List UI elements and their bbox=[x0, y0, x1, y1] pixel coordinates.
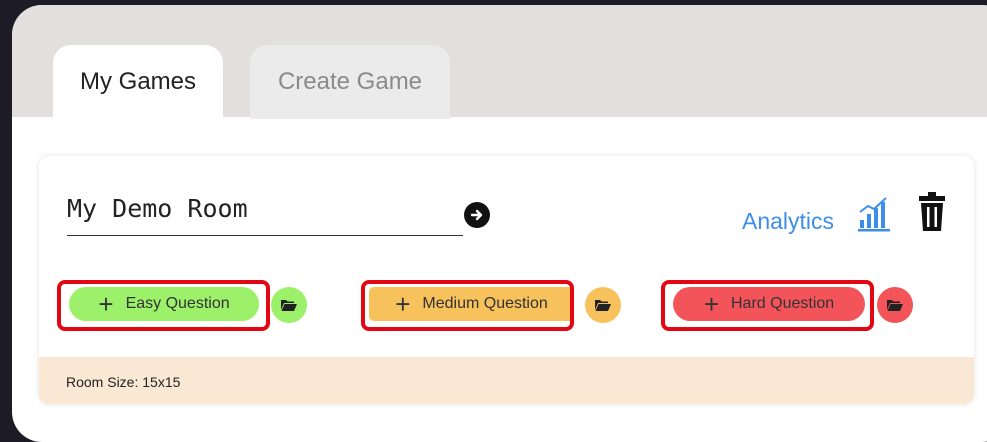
room-card: My Demo Room Analytics + Easy Question +… bbox=[39, 156, 974, 404]
tab-bar: My Games Create Game bbox=[12, 5, 987, 119]
analytics-link[interactable]: Analytics bbox=[742, 208, 834, 235]
add-hard-question-button[interactable]: + Hard Question bbox=[673, 287, 865, 321]
plus-icon: + bbox=[703, 289, 719, 319]
room-name: My Demo Room bbox=[67, 194, 463, 236]
plus-icon: + bbox=[98, 289, 114, 319]
main-panel: My Games Create Game My Demo Room Analyt… bbox=[12, 5, 987, 442]
tab-my-games[interactable]: My Games bbox=[53, 45, 223, 119]
easy-question-label: Easy Question bbox=[125, 295, 230, 312]
signal-bars-icon[interactable] bbox=[858, 196, 892, 237]
arrow-right-circle-icon bbox=[470, 209, 483, 221]
medium-question-folder-button[interactable] bbox=[585, 287, 621, 323]
add-easy-question-button[interactable]: + Easy Question bbox=[69, 287, 259, 321]
room-size-text: Room Size: 15x15 bbox=[66, 374, 181, 390]
folder-open-icon bbox=[281, 300, 297, 311]
room-footer: Room Size: 15x15 bbox=[39, 357, 974, 404]
hard-question-folder-button[interactable] bbox=[877, 287, 913, 323]
go-button[interactable] bbox=[464, 202, 490, 228]
trash-icon[interactable] bbox=[919, 192, 945, 237]
plus-icon: + bbox=[395, 289, 411, 319]
hard-question-label: Hard Question bbox=[731, 295, 835, 312]
easy-question-folder-button[interactable] bbox=[271, 287, 307, 323]
folder-open-icon bbox=[595, 300, 611, 311]
add-medium-question-button[interactable]: + Medium Question bbox=[369, 287, 574, 321]
folder-open-icon bbox=[887, 300, 903, 311]
tab-create-game[interactable]: Create Game bbox=[250, 45, 450, 119]
medium-question-label: Medium Question bbox=[422, 295, 548, 312]
